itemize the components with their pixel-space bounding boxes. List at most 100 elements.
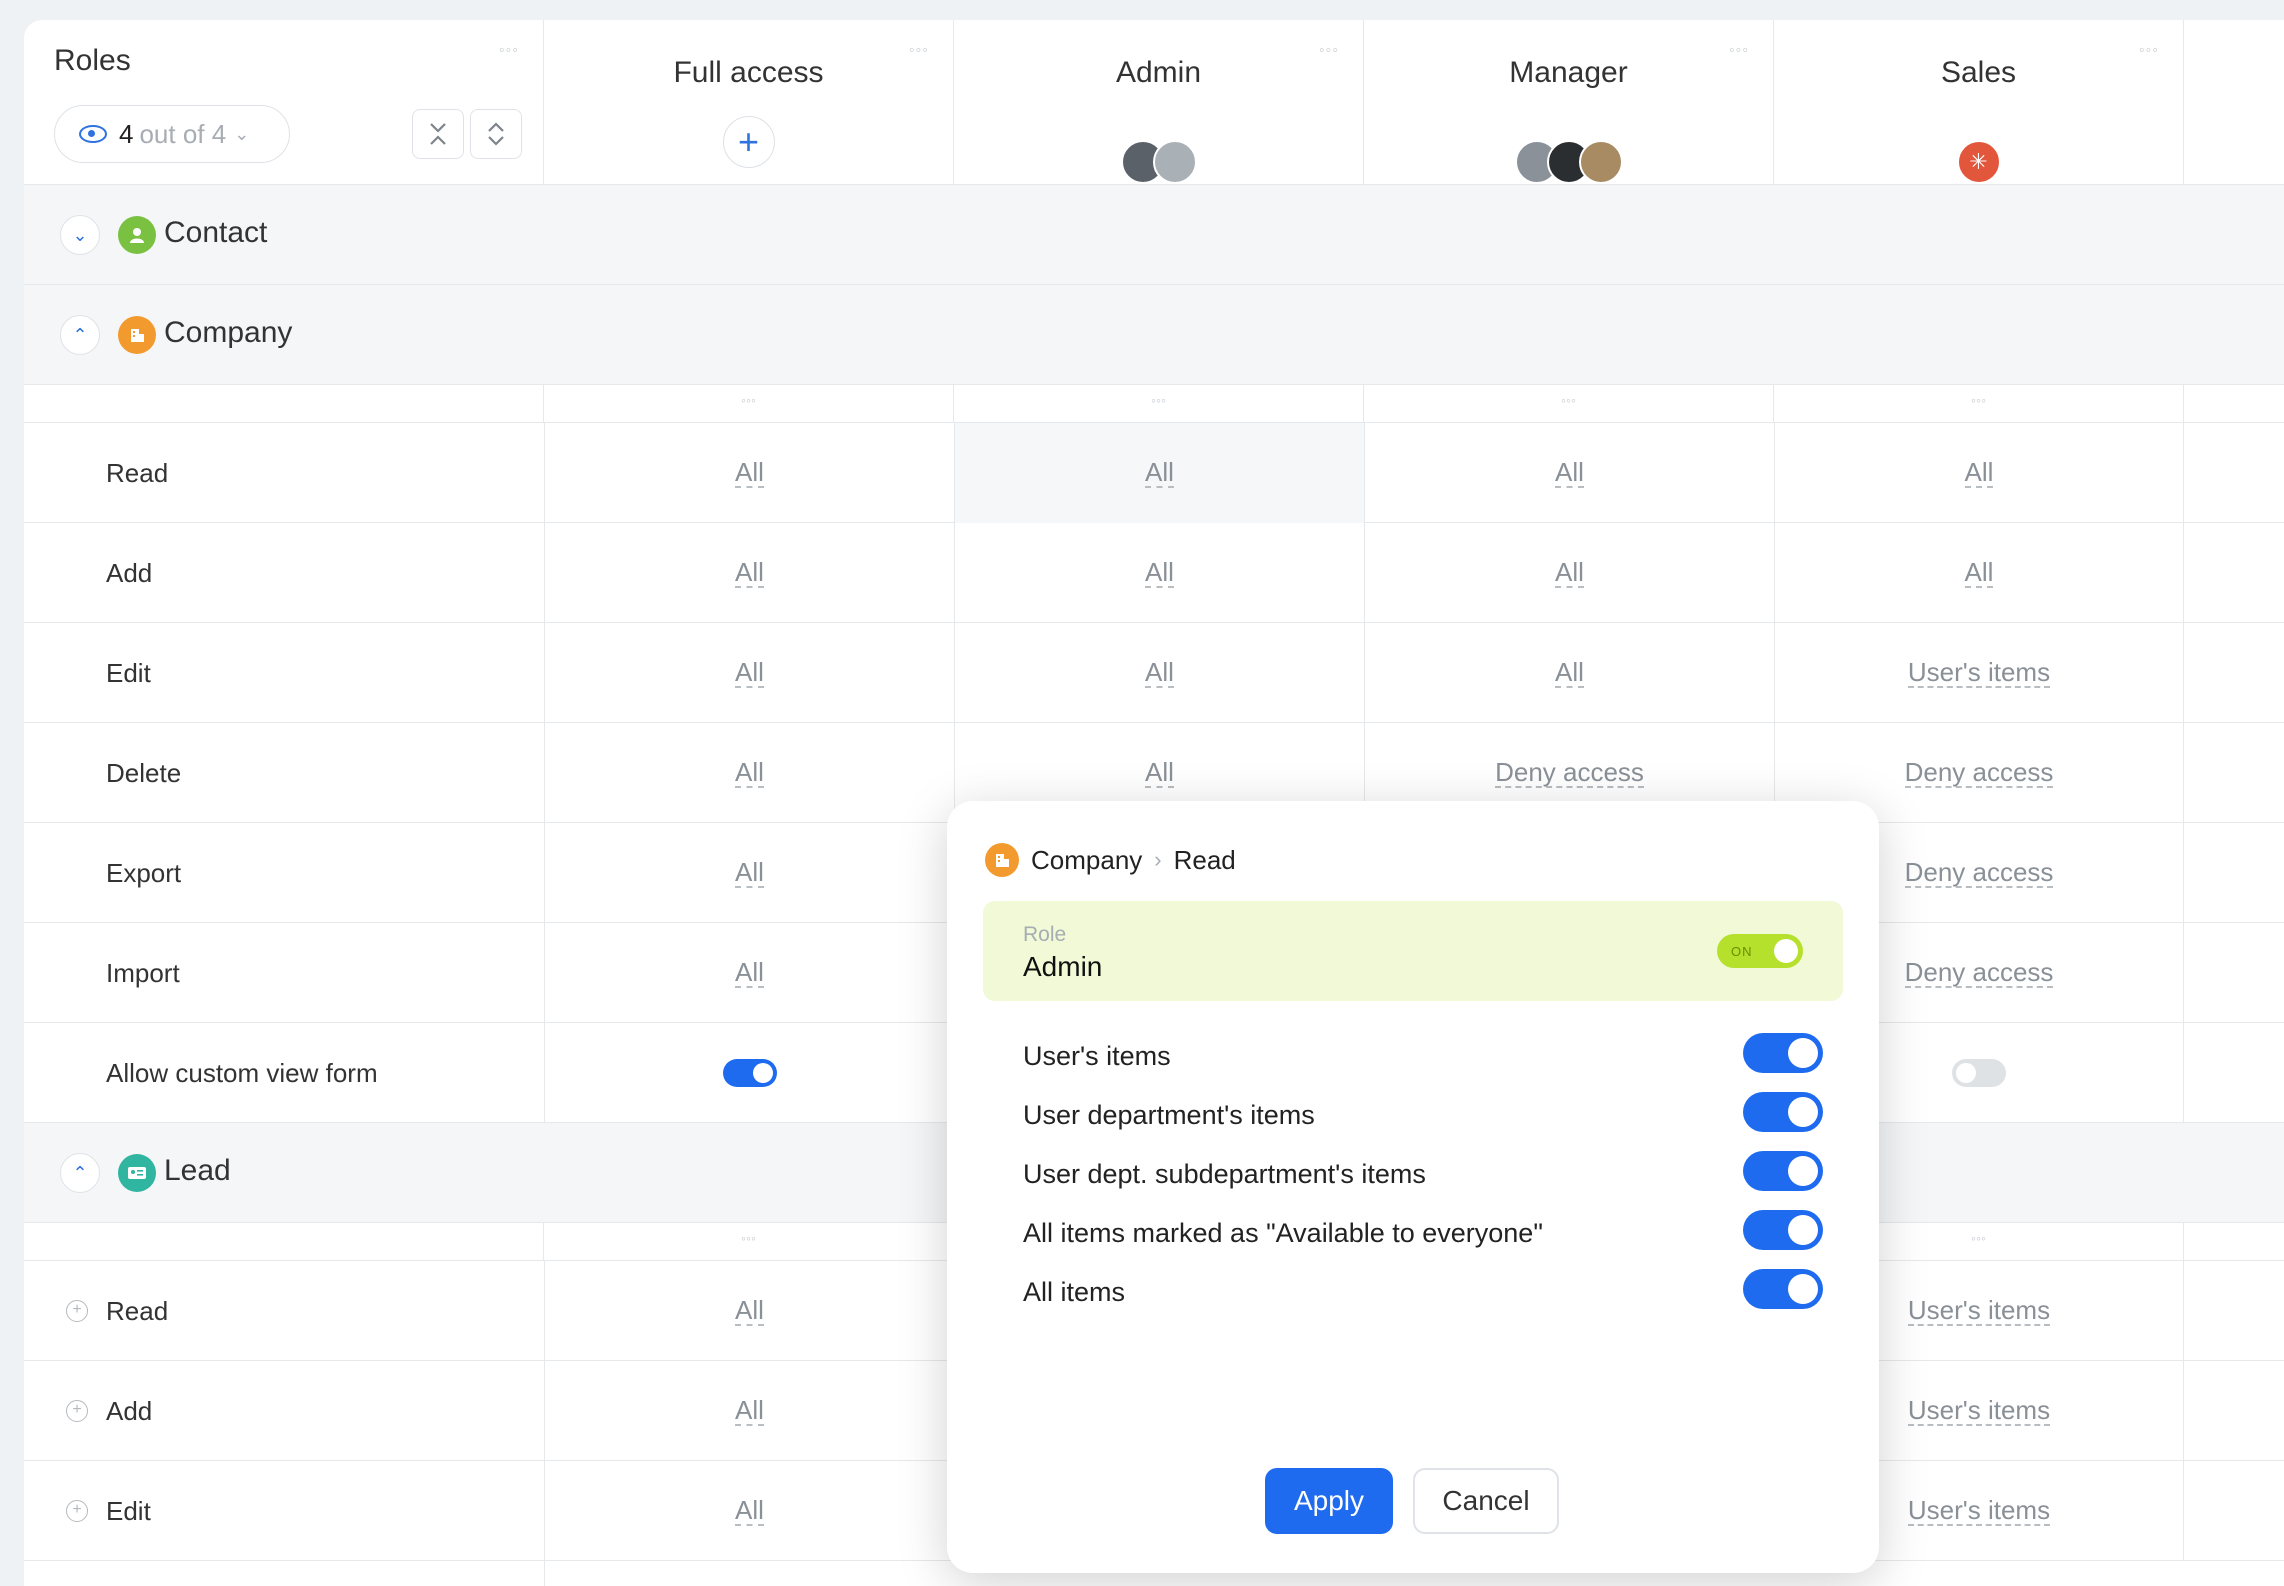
section-label: Lead	[164, 1154, 231, 1187]
option-label: User dept. subdepartment's items	[1023, 1159, 1426, 1189]
permission-cell[interactable]: All	[1364, 423, 1774, 523]
option-toggle[interactable]	[1743, 1151, 1823, 1191]
permission-value[interactable]: All	[735, 1296, 764, 1326]
section-contact[interactable]: ⌄ Contact	[24, 185, 2284, 285]
custom-view-toggle[interactable]	[1952, 1059, 2006, 1087]
role-box: Role Admin ON	[983, 901, 1843, 1001]
permission-cell[interactable]: All	[1364, 623, 1774, 723]
visible-total: out of 4	[139, 118, 227, 149]
permission-cell[interactable]	[544, 1023, 954, 1123]
expand-all-button[interactable]	[470, 109, 522, 159]
permission-cell[interactable]: All	[544, 1461, 954, 1561]
permission-cell[interactable]: All	[544, 423, 954, 523]
chevron-down-icon[interactable]: ⌄	[60, 215, 100, 255]
option-toggle[interactable]	[1743, 1210, 1823, 1250]
permission-cell[interactable]: All	[1774, 423, 2184, 523]
permission-cell[interactable]: User's items	[1774, 623, 2184, 723]
option-toggle[interactable]	[1743, 1269, 1823, 1309]
option-label: All items	[1023, 1277, 1126, 1307]
permission-cell[interactable]: All	[544, 623, 954, 723]
option-all-items: All items	[1023, 1267, 1823, 1317]
permission-value[interactable]: All	[735, 858, 764, 888]
chevron-up-icon[interactable]: ⌃	[60, 315, 100, 355]
permission-value[interactable]: User's items	[1907, 1496, 2051, 1526]
company-icon	[118, 316, 156, 354]
more-icon[interactable]: ◦◦◦	[1774, 385, 2184, 423]
permission-value[interactable]: All	[1145, 658, 1174, 688]
cancel-button[interactable]: Cancel	[1413, 1468, 1559, 1534]
permission-label: Delete	[106, 758, 182, 788]
expand-icon	[488, 122, 504, 146]
permission-value[interactable]: Deny access	[1904, 858, 2054, 888]
permission-label: Read	[106, 1296, 169, 1326]
permission-value[interactable]: All	[735, 458, 764, 488]
more-icon[interactable]: ◦◦◦	[544, 1223, 954, 1261]
add-circle-icon[interactable]: +	[66, 1500, 88, 1522]
permission-cell[interactable]: All	[544, 823, 954, 923]
permission-cell[interactable]: All	[544, 1361, 954, 1461]
permission-cell[interactable]: All	[544, 723, 954, 823]
permission-value[interactable]: All	[1964, 558, 1994, 588]
more-icon[interactable]: ◦◦◦	[544, 385, 954, 423]
avatar-group[interactable]	[954, 140, 1363, 184]
row-label-spacer	[24, 1223, 544, 1261]
permission-value[interactable]: All	[1555, 458, 1584, 488]
more-icon[interactable]: ◦◦◦	[1364, 385, 1774, 423]
permission-value[interactable]: All	[735, 758, 764, 788]
permission-row-read: Read All All All All	[24, 423, 2284, 523]
permission-cell[interactable]: All	[954, 623, 1364, 723]
avatar-group[interactable]	[1364, 140, 1773, 184]
permission-value[interactable]: All	[735, 558, 764, 588]
permission-label: Allow custom view form	[106, 1058, 378, 1088]
permission-value[interactable]: User's items	[1907, 1296, 2051, 1326]
section-company[interactable]: ⌃ Company	[24, 285, 2284, 385]
permission-cell[interactable]: All	[1774, 523, 2184, 623]
permission-value[interactable]: User's items	[1907, 1396, 2051, 1426]
column-title: Sales	[1940, 56, 2017, 89]
more-icon[interactable]: ◦◦◦	[499, 42, 519, 60]
permission-value[interactable]: Deny access	[1904, 758, 2054, 788]
permission-value[interactable]: All	[1964, 458, 1994, 488]
permission-value[interactable]: All	[735, 1496, 764, 1526]
role-visibility-filter[interactable]: 4 out of 4 ⌄	[54, 105, 290, 163]
permission-label: Add	[106, 558, 153, 588]
permission-value[interactable]: All	[1555, 658, 1584, 688]
permission-cell[interactable]: All	[544, 923, 954, 1023]
custom-view-toggle[interactable]	[722, 1059, 777, 1087]
permission-value[interactable]: All	[1145, 458, 1174, 488]
chevron-up-icon[interactable]: ⌃	[60, 1153, 100, 1193]
permission-value[interactable]: Deny access	[1904, 958, 2054, 988]
permission-cell[interactable]: All	[544, 523, 954, 623]
visible-count: 4	[119, 118, 134, 149]
permission-cell[interactable]: All	[544, 1261, 954, 1361]
roles-header: Roles ◦◦◦ 4 out of 4 ⌄ ◦◦◦ Full access +…	[24, 20, 2284, 185]
permission-value[interactable]: All	[1145, 758, 1174, 788]
permission-value[interactable]: All	[1145, 558, 1174, 588]
permission-value[interactable]: Deny access	[1495, 758, 1644, 788]
option-label: User's items	[1023, 1041, 1171, 1071]
breadcrumb-entity[interactable]: Company	[1031, 845, 1142, 876]
add-user-button[interactable]: +	[722, 116, 775, 168]
option-toggle[interactable]	[1743, 1092, 1823, 1132]
apply-button[interactable]: Apply	[1265, 1468, 1393, 1534]
permission-value[interactable]: All	[1555, 558, 1584, 588]
permission-cell[interactable]: All	[1364, 523, 1774, 623]
more-icon[interactable]: ◦◦◦	[954, 385, 1364, 423]
add-circle-icon[interactable]: +	[66, 1400, 88, 1422]
permission-cell-selected[interactable]: All	[954, 423, 1364, 523]
role-toggle[interactable]: ON	[1717, 934, 1803, 968]
collapse-all-button[interactable]	[412, 109, 464, 159]
permission-value[interactable]: All	[735, 1396, 764, 1426]
permission-value[interactable]: User's items	[1907, 658, 2051, 688]
column-title: Admin	[1115, 56, 1202, 89]
add-circle-icon[interactable]: +	[66, 1300, 88, 1322]
permission-value[interactable]: All	[735, 658, 764, 688]
row-label-spacer	[24, 385, 544, 423]
company-icon	[985, 843, 1019, 877]
permission-label: Edit	[106, 658, 151, 688]
permission-value[interactable]: All	[735, 958, 764, 988]
avatar-group[interactable]: ✳	[1774, 140, 2183, 184]
permission-cell[interactable]: All	[954, 523, 1364, 623]
column-header-admin: ◦◦◦ Admin	[954, 20, 1364, 185]
option-toggle[interactable]	[1743, 1033, 1823, 1073]
